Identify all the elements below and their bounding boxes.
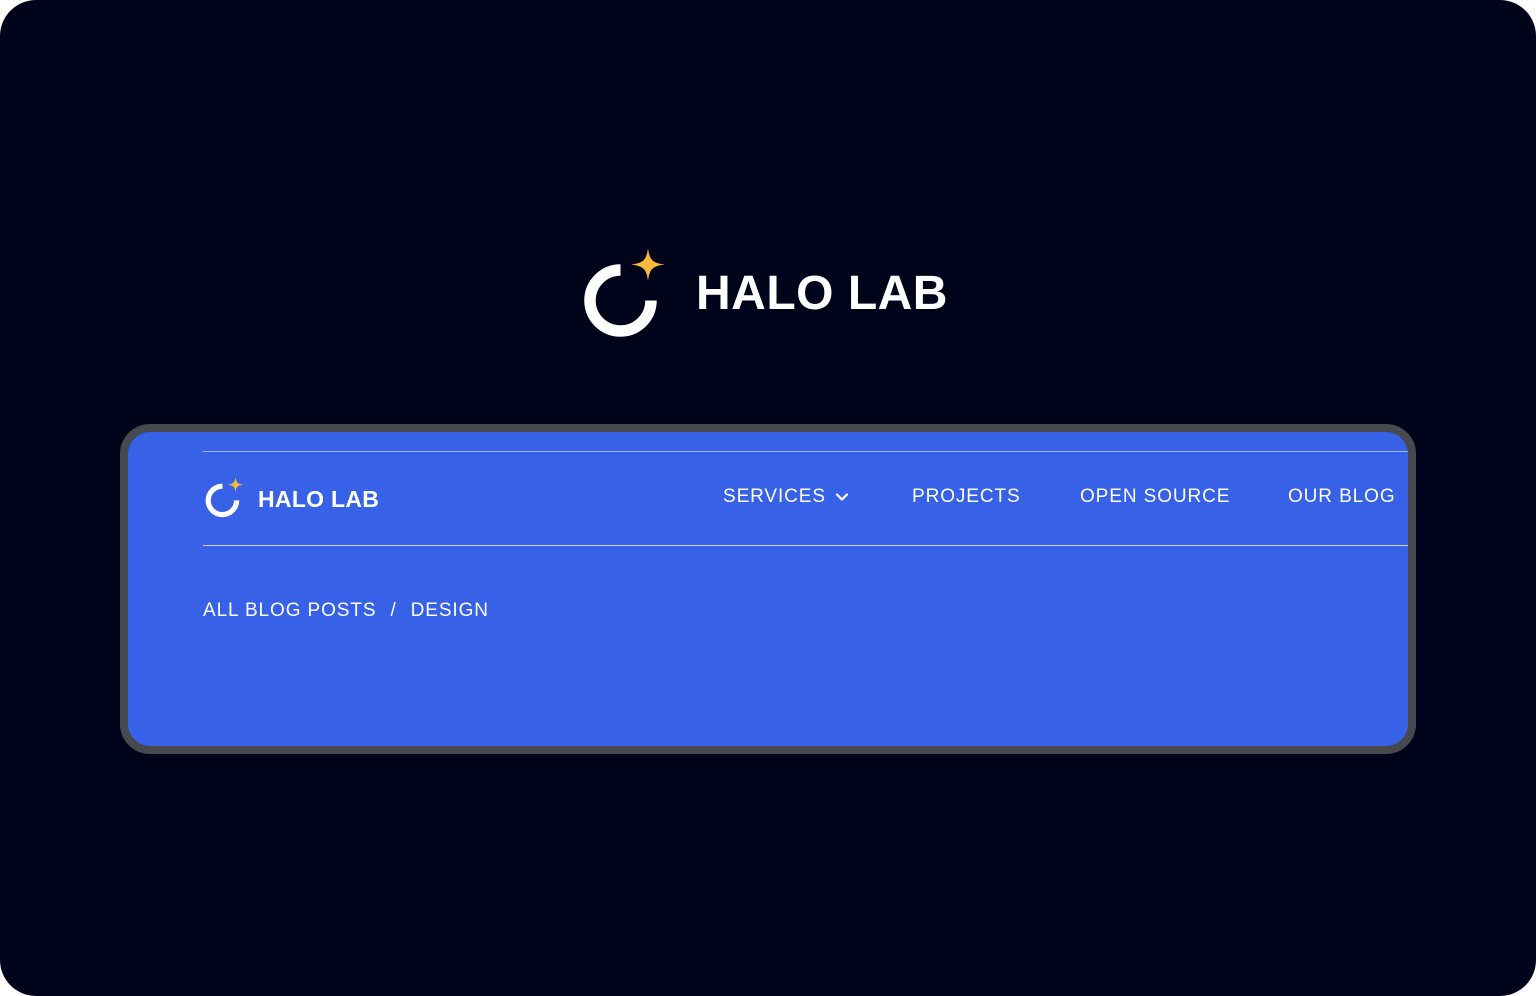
nav-item-our-blog-label: OUR BLOG	[1288, 486, 1396, 507]
nav-item-open-source[interactable]: OPEN SOURCE	[1080, 484, 1230, 510]
header-top-divider	[203, 451, 1408, 452]
chevron-down-icon	[835, 493, 849, 501]
website-preview-frame: HALO LAB SERVICES PROJECTS OPEN SOURCE O…	[120, 424, 1416, 754]
hero-wordmark: HALO LAB	[696, 266, 948, 320]
breadcrumb-current-design: DESIGN	[410, 600, 489, 621]
breadcrumb: ALL BLOG POSTS / DESIGN	[203, 598, 489, 624]
nav-item-services-label: SERVICES	[723, 486, 826, 507]
breadcrumb-all-blog-posts[interactable]: ALL BLOG POSTS	[203, 600, 376, 622]
breadcrumb-separator: /	[390, 600, 397, 621]
header-bottom-divider	[203, 545, 1408, 546]
nav-item-projects[interactable]: PROJECTS	[912, 484, 1021, 510]
website-header: HALO LAB SERVICES PROJECTS OPEN SOURCE O…	[128, 432, 1408, 746]
main-nav: SERVICES PROJECTS OPEN SOURCE OUR BLOG	[128, 484, 1408, 510]
halo-ring-with-star-icon	[584, 248, 665, 337]
nav-item-projects-label: PROJECTS	[912, 486, 1021, 507]
nav-item-services[interactable]: SERVICES	[723, 484, 850, 510]
hero-logo: HALO LAB	[578, 246, 948, 338]
nav-item-open-source-label: OPEN SOURCE	[1080, 486, 1231, 507]
nav-item-our-blog[interactable]: OUR BLOG	[1288, 484, 1396, 510]
screenshot-canvas: HALO LAB HALO LAB SERVICES PROJECTS OPEN…	[0, 0, 1536, 996]
